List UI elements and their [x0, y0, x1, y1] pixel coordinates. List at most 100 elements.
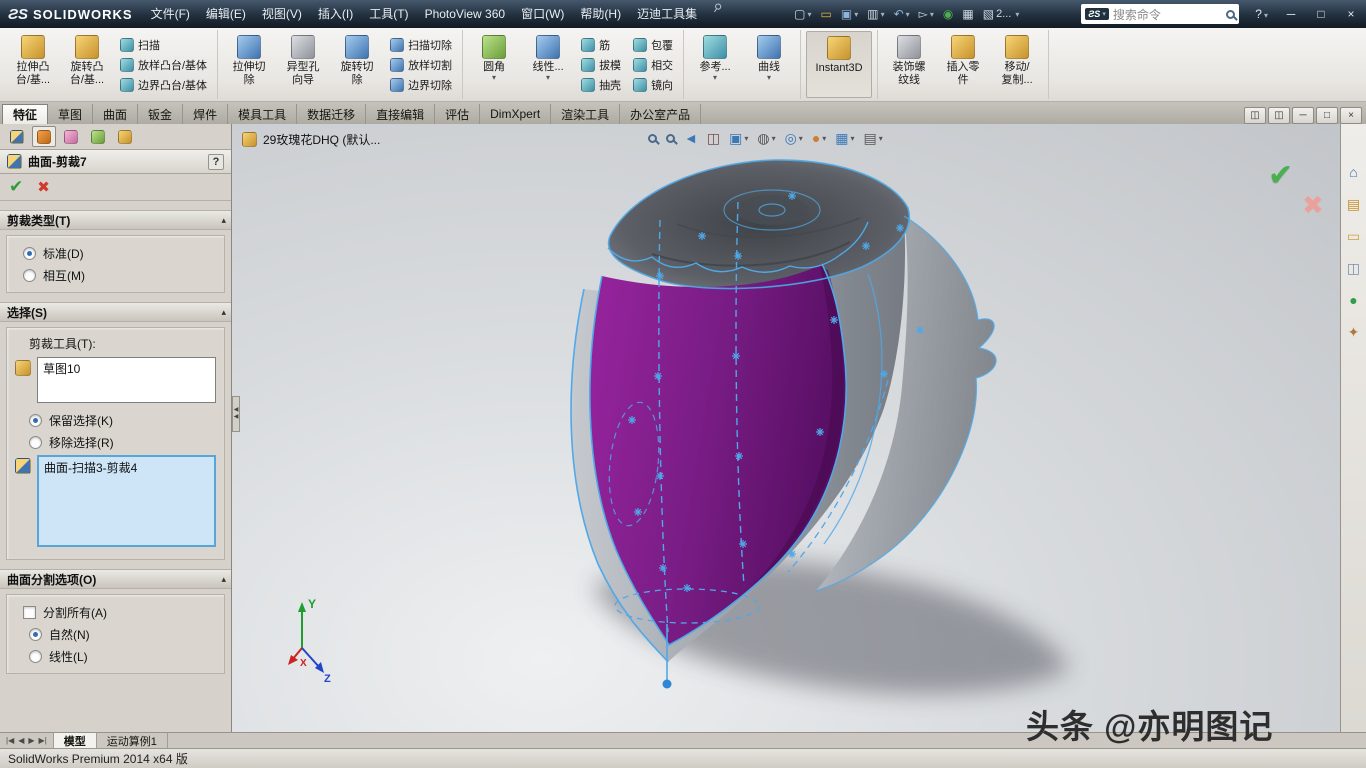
tab-direct-editing[interactable]: 直接编辑: [366, 104, 435, 124]
keep-selections-radio[interactable]: 保留选择(K): [15, 409, 216, 431]
revolve-boss-button[interactable]: 旋转凸 台/基...: [61, 31, 113, 98]
viewport-split-right-button[interactable]: ◫: [1268, 107, 1290, 124]
feature-manager-tab[interactable]: [5, 126, 29, 147]
tab-weldments[interactable]: 焊件: [183, 104, 228, 124]
help-button[interactable]: ?: [1247, 7, 1276, 21]
trim-mutual-radio[interactable]: 相互(M): [15, 264, 216, 286]
appearances-scenes-icon[interactable]: ●: [1349, 292, 1357, 308]
configuration-manager-tab[interactable]: [59, 126, 83, 147]
first-tab-button[interactable]: |◀: [6, 736, 14, 745]
menu-insert[interactable]: 插入(I): [310, 0, 361, 28]
file-explorer-icon[interactable]: ▭: [1347, 228, 1360, 244]
draft-button[interactable]: 拔模: [578, 55, 624, 74]
search-scope-badge[interactable]: ƧS: [1085, 8, 1109, 20]
intersect-button[interactable]: 相交: [630, 55, 676, 74]
move-copy-button[interactable]: 移动/ 复制...: [991, 31, 1043, 98]
last-tab-button[interactable]: ▶|: [39, 736, 47, 745]
view-orientation-button[interactable]: ▣: [729, 131, 748, 145]
new-document-button[interactable]: ▢: [791, 6, 814, 22]
custom-properties-icon[interactable]: ✦: [1348, 324, 1360, 340]
linear-radio[interactable]: 线性(L): [15, 645, 216, 667]
lofted-cut-button[interactable]: 放样切割: [387, 55, 455, 74]
zoom-area-button[interactable]: [666, 134, 675, 143]
doc-close-button[interactable]: ×: [1340, 107, 1362, 124]
minimize-button[interactable]: ─: [1276, 0, 1306, 28]
open-button[interactable]: ▭: [818, 6, 835, 22]
tab-sheet-metal[interactable]: 钣金: [138, 104, 183, 124]
tab-dimxpert[interactable]: DimXpert: [480, 104, 551, 124]
selections-section-header[interactable]: 选择(S) ▴: [0, 302, 231, 322]
menu-edit[interactable]: 编辑(E): [198, 0, 254, 28]
cosmetic-thread-button[interactable]: 装饰螺 纹线: [883, 31, 935, 98]
split-all-checkbox-row[interactable]: 分割所有(A): [15, 601, 216, 623]
pieces-to-keep-list[interactable]: 曲面-扫描3-剪裁4: [37, 455, 216, 547]
reference-geometry-button[interactable]: 参考...: [689, 31, 741, 98]
hole-wizard-button[interactable]: 异型孔 向导: [277, 31, 329, 98]
tab-office-products[interactable]: 办公室产品: [620, 104, 701, 124]
fillet-button[interactable]: 圆角: [468, 31, 520, 98]
file-properties-button[interactable]: ▦: [959, 6, 976, 22]
graphics-viewport[interactable]: 29玫瑰花DHQ (默认... ◄ ◫ ▣ ◍ ◎ ● ▦ ▤ ✔ ✖ ◀◀ Y…: [232, 124, 1340, 732]
split-all-checkbox[interactable]: [23, 606, 36, 619]
previous-view-button[interactable]: ◄: [684, 131, 698, 145]
options-button[interactable]: ▧2...: [980, 6, 1023, 22]
viewport-split-left-button[interactable]: ◫: [1244, 107, 1266, 124]
menu-maidi-tools[interactable]: 迈迪工具集: [629, 0, 705, 28]
swept-cut-button[interactable]: 扫描切除: [387, 35, 455, 54]
boundary-boss-button[interactable]: 边界凸台/基体: [117, 75, 210, 94]
display-style-button[interactable]: ◍: [757, 131, 775, 145]
dimxpert-manager-tab[interactable]: [86, 126, 110, 147]
tab-features[interactable]: 特征: [2, 104, 48, 124]
tab-data-migration[interactable]: 数据迁移: [297, 104, 366, 124]
split-options-section-header[interactable]: 曲面分割选项(O) ▴: [0, 569, 231, 589]
menu-view[interactable]: 视图(V): [254, 0, 310, 28]
design-library-icon[interactable]: ▤: [1347, 196, 1360, 212]
rib-button[interactable]: 筋: [578, 35, 624, 54]
tab-sketch[interactable]: 草图: [48, 104, 93, 124]
undo-button[interactable]: ↶: [891, 6, 913, 22]
confirmation-corner-ok[interactable]: ✔: [1268, 158, 1293, 193]
pm-help-button[interactable]: ?: [208, 154, 224, 170]
model-tab[interactable]: 模型: [53, 733, 97, 748]
print-button[interactable]: ▥: [864, 6, 887, 22]
tab-evaluate[interactable]: 评估: [435, 104, 480, 124]
view-settings-button[interactable]: ▤: [864, 131, 883, 145]
confirmation-corner-cancel[interactable]: ✖: [1302, 190, 1324, 221]
menu-help[interactable]: 帮助(H): [572, 0, 629, 28]
remove-selections-radio[interactable]: 移除选择(R): [15, 431, 216, 453]
display-manager-tab[interactable]: [113, 126, 137, 147]
search-input[interactable]: 搜索命令: [1113, 6, 1222, 23]
tab-render-tools[interactable]: 渲染工具: [551, 104, 620, 124]
motion-study-tab[interactable]: 运动算例1: [97, 733, 168, 748]
swept-boss-button[interactable]: 扫描: [117, 35, 210, 54]
home-icon[interactable]: ⌂: [1349, 164, 1357, 180]
view-palette-icon[interactable]: ◫: [1347, 260, 1360, 276]
section-view-button[interactable]: ◫: [707, 131, 720, 145]
edit-appearance-button[interactable]: ●: [812, 131, 826, 145]
close-button[interactable]: ×: [1336, 0, 1366, 28]
select-button[interactable]: ▻: [916, 6, 937, 22]
lofted-boss-button[interactable]: 放样凸台/基体: [117, 55, 210, 74]
tab-surfaces[interactable]: 曲面: [93, 104, 138, 124]
doc-restore-button[interactable]: □: [1316, 107, 1338, 124]
curves-button[interactable]: 曲线: [743, 31, 795, 98]
apply-scene-button[interactable]: ▦: [835, 131, 854, 145]
tab-mold-tools[interactable]: 模具工具: [228, 104, 297, 124]
trim-standard-radio[interactable]: 标准(D): [15, 242, 216, 264]
command-search[interactable]: ƧS 搜索命令: [1081, 4, 1239, 24]
property-manager-tab[interactable]: [32, 126, 56, 147]
panel-splitter-handle[interactable]: ◀◀: [232, 396, 240, 432]
shell-button[interactable]: 抽壳: [578, 75, 624, 94]
instant3d-button[interactable]: Instant3D: [806, 31, 872, 98]
rebuild-button[interactable]: ◉: [940, 6, 956, 22]
menu-window[interactable]: 窗口(W): [513, 0, 572, 28]
doc-minimize-button[interactable]: ─: [1292, 107, 1314, 124]
trim-tool-selection-box[interactable]: 草图10: [37, 357, 216, 403]
wrap-button[interactable]: 包覆: [630, 35, 676, 54]
save-button[interactable]: ▣: [838, 6, 861, 22]
extrude-cut-button[interactable]: 拉伸切 除: [223, 31, 275, 98]
natural-radio[interactable]: 自然(N): [15, 623, 216, 645]
next-tab-button[interactable]: ▶: [28, 736, 34, 745]
insert-part-button[interactable]: 插入零 件: [937, 31, 989, 98]
revolve-cut-button[interactable]: 旋转切 除: [331, 31, 383, 98]
